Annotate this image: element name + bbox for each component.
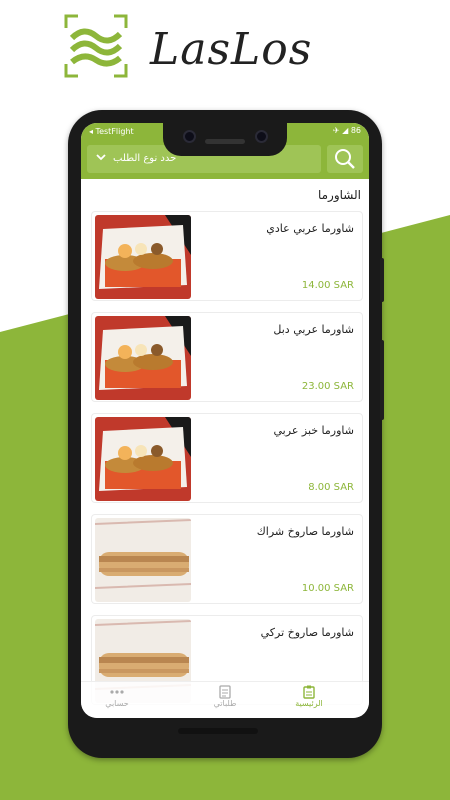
tab-my-account[interactable]: حسابي [87, 685, 147, 708]
more-dots-icon [87, 685, 147, 699]
menu-item-card[interactable]: شاورما عربي دبل 23.00 SAR [91, 312, 363, 402]
item-name: شاورما صاروخ شراك [256, 525, 354, 538]
phone-frame: ◂ TestFlight ✈ ◢ 86 حدد نوع الطلب الشاور… [68, 110, 384, 758]
power-button [380, 340, 384, 420]
status-icons: ✈ ◢ 86 [332, 126, 361, 135]
item-name: شاورما عربي دبل [273, 323, 354, 336]
earpiece-speaker [205, 139, 245, 144]
tab-home[interactable]: الرئيسية [279, 685, 339, 708]
item-price: 14.00 SAR [301, 280, 354, 291]
tab-home-label: الرئيسية [295, 699, 323, 708]
logo-icon [64, 14, 128, 78]
search-icon [335, 149, 355, 169]
menu-item-card[interactable]: شاورما عربي عادي 14.00 SAR [91, 211, 363, 301]
shawarma-box-image [95, 215, 191, 299]
front-camera [183, 130, 196, 143]
bottom-tab-bar: الرئيسية طلباتي حسابي [81, 681, 369, 718]
app-screen: ◂ TestFlight ✈ ◢ 86 حدد نوع الطلب الشاور… [81, 123, 369, 718]
tab-my-orders[interactable]: طلباتي [195, 685, 255, 708]
search-button[interactable] [327, 145, 363, 173]
tab-my-account-label: حسابي [105, 699, 129, 708]
tab-my-orders-label: طلباتي [213, 699, 237, 708]
item-name: شاورما عربي عادي [266, 222, 354, 235]
sensor [255, 130, 268, 143]
brand-header: LasLos [64, 14, 394, 84]
document-icon [195, 685, 255, 699]
order-type-label: حدد نوع الطلب [113, 153, 177, 164]
menu-item-card[interactable]: شاورما صاروخ شراك 10.00 SAR [91, 514, 363, 604]
item-name: شاورما صاروخ تركي [260, 626, 354, 639]
item-price: 8.00 SAR [308, 482, 354, 493]
item-name: شاورما خبز عربي [273, 424, 354, 437]
phone-chin [178, 728, 258, 734]
section-title: الشاورما [317, 188, 361, 202]
item-price: 23.00 SAR [301, 381, 354, 392]
clipboard-icon [279, 685, 339, 699]
chevron-down-icon [95, 151, 107, 166]
item-price: 10.00 SAR [301, 583, 354, 594]
shawarma-box-image [95, 417, 191, 501]
shawarma-box-image [95, 316, 191, 400]
phone-notch [163, 122, 287, 156]
volume-button [380, 258, 384, 302]
testflight-back-link[interactable]: ◂ TestFlight [89, 127, 134, 136]
brand-name: LasLos [150, 24, 313, 75]
shawarma-roll-image [95, 518, 191, 602]
menu-item-card[interactable]: شاورما خبز عربي 8.00 SAR [91, 413, 363, 503]
